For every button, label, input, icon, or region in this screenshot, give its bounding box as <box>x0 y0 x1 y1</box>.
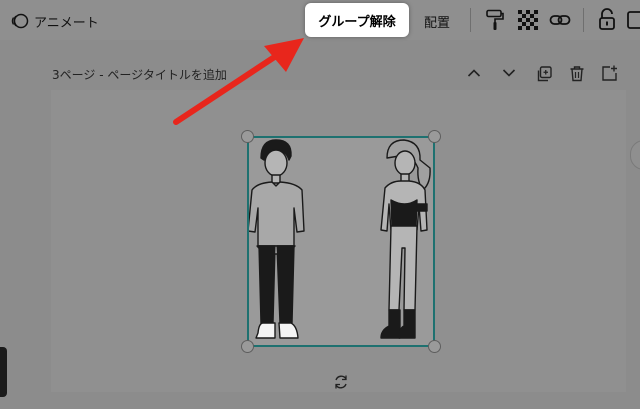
paint-roller-icon[interactable] <box>485 9 505 31</box>
lock-icon[interactable] <box>598 8 616 30</box>
resize-handle-bottom-right[interactable] <box>428 340 441 353</box>
ungroup-label: グループ解除 <box>318 14 396 30</box>
arrange-button[interactable]: 配置 <box>424 12 450 31</box>
add-page-icon[interactable] <box>601 65 618 82</box>
ungroup-button[interactable]: グループ解除 <box>305 3 409 37</box>
toolbar-divider <box>470 8 471 32</box>
toolbar-divider <box>583 8 584 32</box>
duplicate-element-icon[interactable] <box>626 8 640 30</box>
chevron-up-icon[interactable] <box>467 68 481 78</box>
people-illustration <box>249 139 431 339</box>
animate-button[interactable]: アニメート <box>8 8 108 34</box>
copy-page-icon[interactable] <box>536 66 552 82</box>
right-panel-toggle[interactable] <box>630 140 640 170</box>
resize-handle-top-right[interactable] <box>428 130 441 143</box>
animate-label: アニメート <box>34 16 99 31</box>
animate-icon <box>11 13 29 29</box>
resize-handle-bottom-left[interactable] <box>241 340 254 353</box>
trash-icon[interactable] <box>569 65 585 82</box>
resize-handle-top-left[interactable] <box>241 130 254 143</box>
annotation-arrow <box>173 38 304 125</box>
transparency-icon[interactable] <box>518 10 538 30</box>
rotate-icon[interactable] <box>333 374 349 390</box>
link-icon[interactable] <box>549 10 571 30</box>
selected-group[interactable] <box>241 130 441 353</box>
left-panel-toggle[interactable] <box>0 347 7 397</box>
chevron-down-icon[interactable] <box>502 68 516 78</box>
